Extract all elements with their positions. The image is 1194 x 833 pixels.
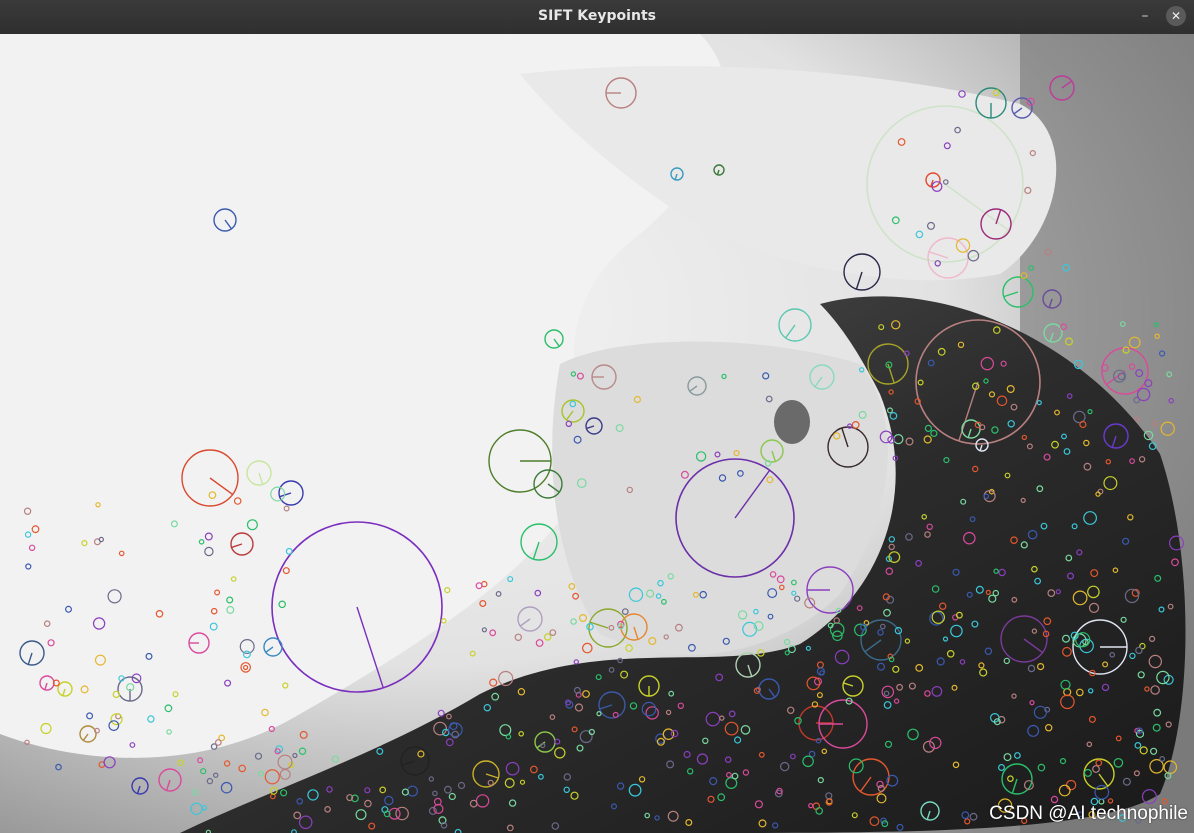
title-bar[interactable]: SIFT Keypoints – ✕ — [0, 0, 1194, 35]
image-canvas: CSDN @AI technophile — [0, 34, 1194, 833]
eye-shape — [774, 400, 810, 444]
minimize-button[interactable]: – — [1134, 6, 1156, 28]
sift-keypoint-image — [0, 34, 1194, 833]
close-button[interactable]: ✕ — [1166, 6, 1186, 26]
app-window: SIFT Keypoints – ✕ CSDN @AI technophile — [0, 0, 1194, 833]
watermark-text: CSDN @AI technophile — [989, 803, 1188, 824]
minimize-icon: – — [1141, 8, 1149, 24]
close-icon: ✕ — [1170, 9, 1182, 23]
window-title: SIFT Keypoints — [538, 8, 656, 24]
